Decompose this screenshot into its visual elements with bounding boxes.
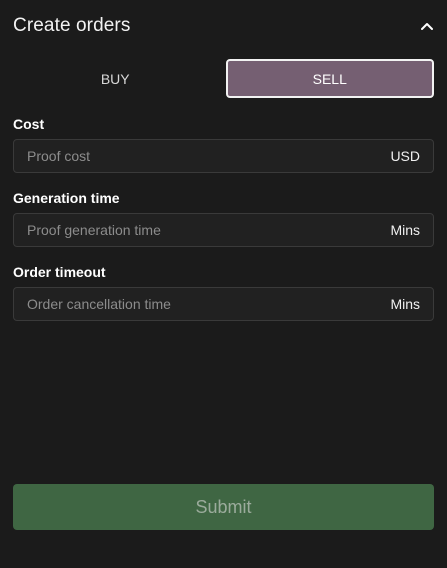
tab-sell[interactable]: SELL: [225, 59, 434, 98]
order-timeout-input[interactable]: [27, 296, 347, 312]
cost-unit: USD: [390, 148, 420, 164]
create-orders-panel: Create orders BUY SELL Cost USD Generati…: [0, 0, 447, 568]
panel-title: Create orders: [13, 15, 131, 36]
generation-time-unit: Mins: [390, 222, 420, 238]
cost-input[interactable]: [27, 148, 347, 164]
submit-button[interactable]: Submit: [13, 484, 434, 530]
cost-label: Cost: [13, 116, 45, 132]
generation-time-field: Mins: [13, 213, 434, 247]
chevron-up-icon[interactable]: [420, 19, 434, 33]
generation-time-label: Generation time: [13, 190, 120, 206]
order-side-tabs: BUY SELL: [13, 59, 434, 98]
panel-header: Create orders: [13, 12, 434, 40]
order-timeout-field: Mins: [13, 287, 434, 321]
order-timeout-unit: Mins: [390, 296, 420, 312]
generation-time-input[interactable]: [27, 222, 347, 238]
tab-buy[interactable]: BUY: [13, 59, 218, 98]
cost-field: USD: [13, 139, 434, 173]
order-timeout-label: Order timeout: [13, 264, 106, 280]
